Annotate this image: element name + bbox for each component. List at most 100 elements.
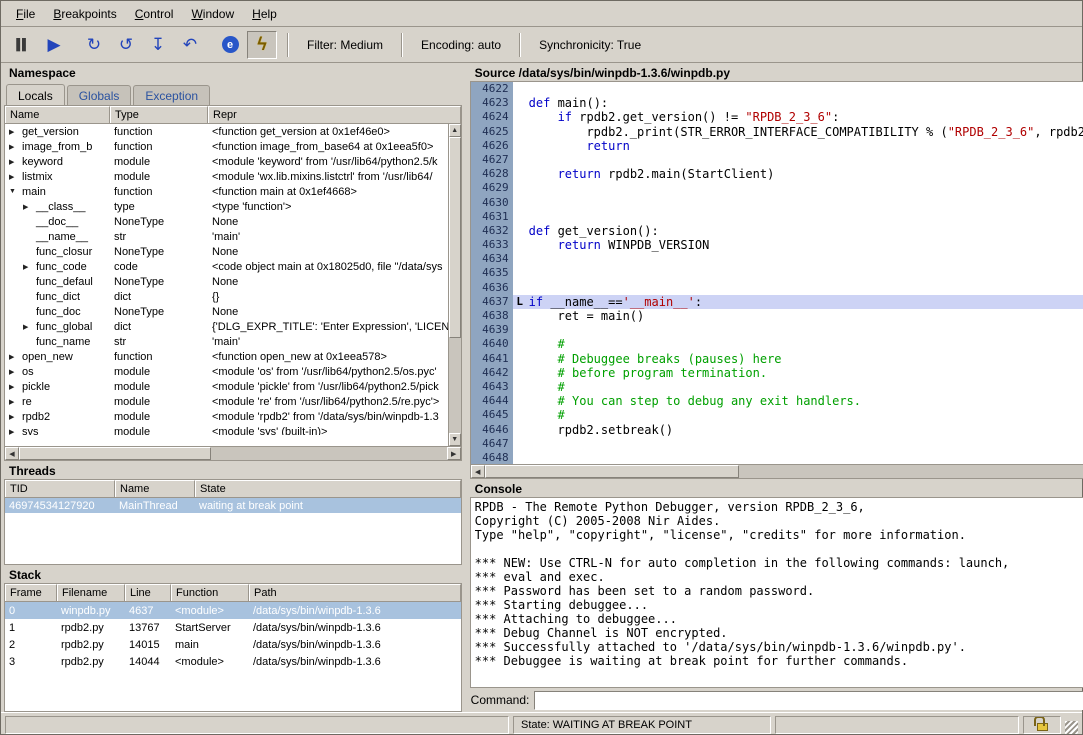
menu-item[interactable]: File (7, 3, 44, 25)
namespace-row[interactable]: ▶rpdb2 module <module 'rpdb2' from '/dat… (5, 409, 461, 424)
expand-arrow-icon[interactable]: ▶ (9, 173, 22, 181)
namespace-row[interactable]: __doc__ NoneType None (5, 214, 461, 229)
column-header-state[interactable]: State (195, 480, 461, 497)
source-line[interactable]: 4643 # (471, 380, 1083, 394)
current-line-marker[interactable]: L (513, 295, 527, 309)
menu-item[interactable]: Control (126, 3, 183, 25)
namespace-row[interactable]: ▶image_from_b function <function image_f… (5, 139, 461, 154)
current-line-marker[interactable] (513, 196, 527, 210)
namespace-row[interactable]: ▶func_global dict {'DLG_EXPR_TITLE': 'En… (5, 319, 461, 334)
expand-arrow-icon[interactable]: ▼ (9, 188, 22, 195)
command-input[interactable] (534, 691, 1083, 710)
namespace-vscrollbar[interactable]: ▲ ▼ (448, 124, 461, 446)
current-line-marker[interactable] (513, 110, 527, 124)
namespace-tab[interactable]: Locals (6, 84, 65, 105)
namespace-row[interactable]: func_dict dict {} (5, 289, 461, 304)
namespace-row[interactable]: func_closur NoneType None (5, 244, 461, 259)
goto-button[interactable]: ↧ (143, 31, 173, 59)
expand-arrow-icon[interactable]: ▶ (9, 353, 22, 361)
source-line[interactable]: 4633 return WINPDB_VERSION (471, 238, 1083, 252)
current-line-marker[interactable] (513, 167, 527, 181)
namespace-hscrollbar[interactable]: ◀ ▶ (5, 446, 461, 460)
return-button[interactable]: ↶ (175, 31, 205, 59)
expand-arrow-icon[interactable]: ▶ (9, 398, 22, 406)
thread-row[interactable]: 46974534127920 MainThread waiting at bre… (5, 498, 461, 513)
column-header-function[interactable]: Function (171, 584, 249, 601)
current-line-marker[interactable] (513, 408, 527, 422)
break-button[interactable]: ▌▌ (7, 31, 37, 59)
column-header-tid[interactable]: TID (5, 480, 115, 497)
current-line-marker[interactable] (513, 309, 527, 323)
menu-item[interactable]: Window (182, 3, 243, 25)
scroll-right-icon[interactable]: ▶ (447, 447, 461, 460)
source-line[interactable]: 4625 rpdb2._print(STR_ERROR_INTERFACE_CO… (471, 125, 1083, 139)
hscroll-thumb[interactable] (19, 447, 211, 460)
expand-arrow-icon[interactable]: ▶ (9, 368, 22, 376)
scroll-left-icon[interactable]: ◀ (5, 447, 19, 460)
current-line-marker[interactable] (513, 394, 527, 408)
column-header-frame[interactable]: Frame (5, 584, 57, 601)
source-line[interactable]: 4637 L if __name__=='__main__': (471, 295, 1083, 309)
current-line-marker[interactable] (513, 181, 527, 195)
current-line-marker[interactable] (513, 153, 527, 167)
expand-arrow-icon[interactable]: ▶ (9, 128, 22, 136)
current-line-marker[interactable] (513, 82, 527, 96)
namespace-tab[interactable]: Globals (67, 85, 132, 105)
stack-frame-row[interactable]: 1 rpdb2.py 13767 StartServer /data/sys/b… (5, 619, 461, 636)
current-line-marker[interactable] (513, 266, 527, 280)
source-line[interactable]: 4640 # (471, 337, 1083, 351)
column-header-line[interactable]: Line (125, 584, 171, 601)
synchronicity-button[interactable]: ϟ (247, 31, 277, 59)
current-line-marker[interactable] (513, 210, 527, 224)
source-line[interactable]: 4647 (471, 437, 1083, 451)
stack-frame-row[interactable]: 2 rpdb2.py 14015 main /data/sys/bin/winp… (5, 636, 461, 653)
expand-arrow-icon[interactable]: ▶ (9, 428, 22, 436)
namespace-row[interactable]: ▶os module <module 'os' from '/usr/lib64… (5, 364, 461, 379)
source-line[interactable]: 4631 (471, 210, 1083, 224)
current-line-marker[interactable] (513, 366, 527, 380)
source-line[interactable]: 4648 (471, 451, 1083, 464)
expand-arrow-icon[interactable]: ▶ (23, 263, 36, 271)
current-line-marker[interactable] (513, 96, 527, 110)
scroll-up-icon[interactable]: ▲ (449, 124, 461, 137)
current-line-marker[interactable] (513, 139, 527, 153)
namespace-row[interactable]: ▶func_code code <code object main at 0x1… (5, 259, 461, 274)
source-line[interactable]: 4634 (471, 252, 1083, 266)
step-over-button[interactable]: ↺ (111, 31, 141, 59)
source-line[interactable]: 4644 # You can step to debug any exit ha… (471, 394, 1083, 408)
source-line[interactable]: 4635 (471, 266, 1083, 280)
current-line-marker[interactable] (513, 423, 527, 437)
namespace-row[interactable]: ▶get_version function <function get_vers… (5, 124, 461, 139)
namespace-row[interactable]: ▶pickle module <module 'pickle' from '/u… (5, 379, 461, 394)
current-line-marker[interactable] (513, 125, 527, 139)
menu-item[interactable]: Help (243, 3, 286, 25)
source-line[interactable]: 4638 ret = main() (471, 309, 1083, 323)
source-line[interactable]: 4636 (471, 281, 1083, 295)
expand-arrow-icon[interactable]: ▶ (9, 413, 22, 421)
source-line[interactable]: 4630 (471, 196, 1083, 210)
namespace-row[interactable]: func_defaul NoneType None (5, 274, 461, 289)
column-header-filename[interactable]: Filename (57, 584, 125, 601)
source-line[interactable]: 4627 (471, 153, 1083, 167)
source-line[interactable]: 4626 return (471, 139, 1083, 153)
source-line[interactable]: 4629 (471, 181, 1083, 195)
current-line-marker[interactable] (513, 323, 527, 337)
scroll-left-icon[interactable]: ◀ (471, 465, 485, 478)
source-line[interactable]: 4646 rpdb2.setbreak() (471, 423, 1083, 437)
column-header-name[interactable]: Name (5, 106, 110, 123)
source-line[interactable]: 4628 return rpdb2.main(StartClient) (471, 167, 1083, 181)
namespace-row[interactable]: ▶__class__ type <type 'function'> (5, 199, 461, 214)
current-line-marker[interactable] (513, 281, 527, 295)
column-header-path[interactable]: Path (249, 584, 461, 601)
source-line[interactable]: 4642 # before program termination. (471, 366, 1083, 380)
stack-frame-row[interactable]: 0 winpdb.py 4637 <module> /data/sys/bin/… (5, 602, 461, 619)
column-header-type[interactable]: Type (110, 106, 208, 123)
namespace-row[interactable]: __name__ str 'main' (5, 229, 461, 244)
source-line[interactable]: 4641 # Debuggee breaks (pauses) here (471, 352, 1083, 366)
current-line-marker[interactable] (513, 337, 527, 351)
source-line[interactable]: 4623 def main(): (471, 96, 1083, 110)
step-into-button[interactable]: ↻ (79, 31, 109, 59)
resize-grip[interactable] (1065, 721, 1078, 734)
current-line-marker[interactable] (513, 224, 527, 238)
namespace-row[interactable]: ▶sys module <module 'sys' (built-in)> (5, 424, 461, 435)
